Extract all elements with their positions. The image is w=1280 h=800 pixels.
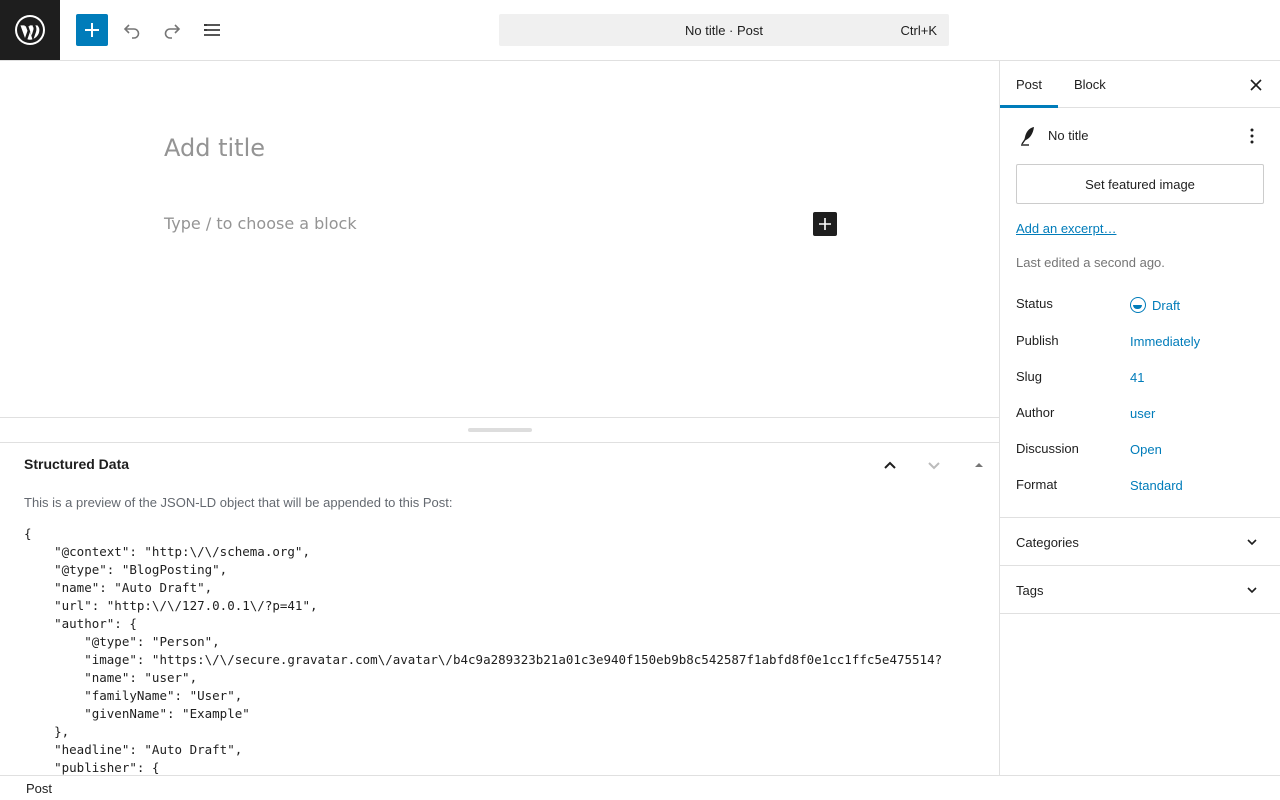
- feather-icon: [1021, 127, 1034, 146]
- draft-icon: [1130, 297, 1146, 313]
- json-line: {: [24, 526, 32, 541]
- editor-footer: Post: [0, 775, 1280, 800]
- author-label: Author: [1016, 405, 1055, 420]
- json-line: "@context": "http:\/\/schema.org",: [24, 544, 310, 559]
- close-settings-button[interactable]: [1244, 73, 1268, 97]
- command-bar-label: No title · Post: [684, 22, 764, 38]
- inline-block-inserter-button[interactable]: [813, 212, 837, 236]
- caret-up-icon: [975, 463, 983, 467]
- structured-data-meta-box: Structured Data This is a preview of the…: [0, 443, 999, 775]
- author-button[interactable]: user: [1130, 406, 1155, 421]
- chevron-down-icon: [928, 462, 940, 470]
- status-button[interactable]: Draft: [1130, 297, 1180, 313]
- toggle-panel-button[interactable]: [967, 453, 991, 477]
- editor-header: No title · Post Ctrl+K: [0, 0, 1280, 61]
- meta-box-resize-bar: [0, 417, 999, 443]
- json-line: "headline": "Auto Draft",: [24, 742, 243, 757]
- json-line: "name": "Auto Draft",: [24, 580, 213, 595]
- tags-panel[interactable]: Tags: [1000, 566, 1280, 614]
- format-button[interactable]: Standard: [1130, 478, 1183, 493]
- json-line: "author": {: [24, 616, 137, 631]
- wordpress-logo-button[interactable]: [0, 0, 60, 60]
- slug-row: Slug 41: [1016, 367, 1264, 387]
- post-title-input[interactable]: Add title: [164, 134, 265, 162]
- command-bar-shortcut: Ctrl+K: [900, 23, 937, 38]
- add-block-button[interactable]: [76, 14, 108, 46]
- post-actions-button[interactable]: [1240, 124, 1264, 148]
- breadcrumb-post[interactable]: Post: [26, 781, 52, 796]
- json-line: "@type": "BlogPosting",: [24, 562, 228, 577]
- post-summary-panel: No title Set featured image Add an excer…: [1000, 108, 1280, 518]
- command-palette-bar[interactable]: No title · Post Ctrl+K: [499, 14, 949, 46]
- tags-panel-title: Tags: [1016, 583, 1044, 598]
- status-row: Status Draft: [1016, 294, 1264, 314]
- move-up-button[interactable]: [878, 453, 902, 477]
- more-vertical-icon: [1250, 128, 1254, 144]
- sidebar-tabs: Post Block: [1000, 61, 1280, 108]
- discussion-button[interactable]: Open: [1130, 442, 1162, 457]
- meta-box-title: Structured Data: [24, 456, 130, 472]
- editor-canvas: Add title Type / to choose a block: [0, 61, 999, 418]
- post-icon: [1017, 124, 1041, 148]
- publish-button[interactable]: Immediately: [1130, 334, 1200, 349]
- categories-panel-title: Categories: [1016, 535, 1079, 550]
- author-row: Author user: [1016, 403, 1264, 423]
- document-overview-button[interactable]: [196, 14, 228, 46]
- last-edited-text: Last edited a second ago.: [1016, 255, 1165, 270]
- categories-panel[interactable]: Categories: [1000, 518, 1280, 566]
- settings-sidebar: Post Block No title Set featured image A…: [999, 61, 1280, 775]
- plus-icon: [85, 23, 99, 37]
- add-excerpt-link[interactable]: Add an excerpt…: [1016, 221, 1116, 236]
- tab-block-label: Block: [1074, 77, 1106, 92]
- tab-post[interactable]: Post: [1016, 61, 1042, 108]
- status-value: Draft: [1152, 297, 1181, 313]
- undo-icon: [123, 24, 140, 39]
- default-block-appender[interactable]: Type / to choose a block: [164, 214, 357, 233]
- chevron-down-icon: [1244, 582, 1260, 598]
- chevron-down-icon: [1244, 534, 1260, 550]
- publish-row: Publish Immediately: [1016, 331, 1264, 351]
- list-view-icon: [204, 24, 220, 36]
- discussion-label: Discussion: [1016, 441, 1079, 456]
- json-line: "image": "https:\/\/secure.gravatar.com\…: [24, 652, 943, 667]
- meta-box-description: This is a preview of the JSON-LD object …: [24, 495, 453, 510]
- format-row: Format Standard: [1016, 475, 1264, 495]
- slug-label: Slug: [1016, 369, 1043, 384]
- post-summary-title: No title: [1048, 128, 1089, 143]
- set-featured-image-button[interactable]: Set featured image: [1016, 164, 1264, 204]
- json-line: "@type": "Person",: [24, 634, 220, 649]
- redo-button[interactable]: [156, 14, 188, 46]
- json-line: "publisher": {: [24, 760, 160, 775]
- wordpress-icon: [15, 15, 45, 45]
- status-label: Status: [1016, 296, 1053, 311]
- resize-handle[interactable]: [468, 428, 532, 432]
- publish-label: Publish: [1016, 333, 1059, 348]
- undo-button[interactable]: [116, 14, 148, 46]
- json-ld-preview: { "@context": "http:\/\/schema.org", "@t…: [24, 525, 942, 775]
- plus-icon: [819, 218, 831, 230]
- tab-post-label: Post: [1016, 77, 1043, 92]
- close-icon: [1250, 79, 1262, 91]
- json-line: "familyName": "User",: [24, 688, 243, 703]
- format-label: Format: [1016, 477, 1058, 492]
- json-line: "givenName": "Example": [24, 706, 250, 721]
- chevron-up-icon: [884, 461, 896, 469]
- move-down-button[interactable]: [922, 453, 946, 477]
- json-line: },: [24, 724, 70, 739]
- json-line: "url": "http:\/\/127.0.0.1\/?p=41",: [24, 598, 318, 613]
- redo-icon: [164, 24, 181, 39]
- discussion-row: Discussion Open: [1016, 439, 1264, 459]
- json-line: "name": "user",: [24, 670, 198, 685]
- tab-block[interactable]: Block: [1074, 61, 1106, 108]
- slug-button[interactable]: 41: [1130, 370, 1144, 385]
